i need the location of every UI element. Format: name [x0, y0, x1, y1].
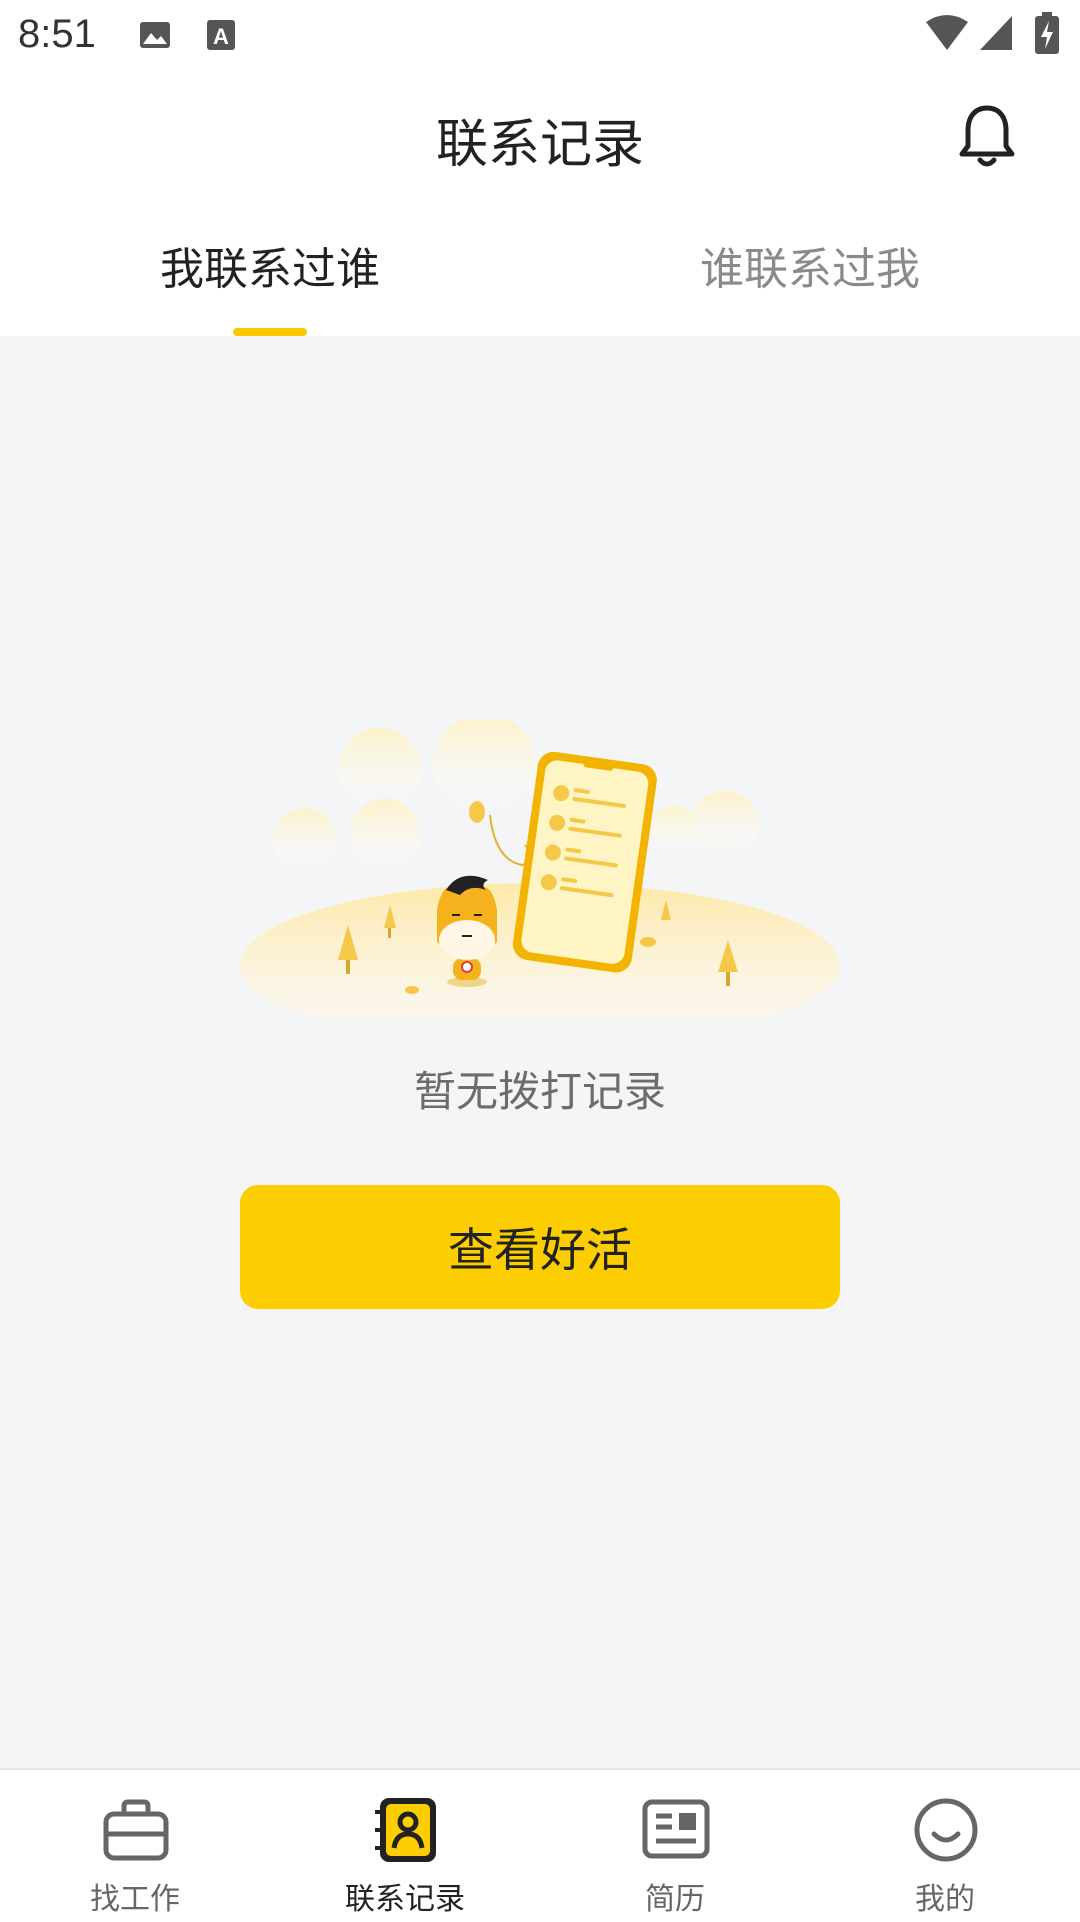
signal-icon — [980, 16, 1012, 50]
empty-state-illustration — [240, 720, 840, 1020]
status-bar: 8:51 A — [0, 0, 1080, 74]
page-title: 联系记录 — [435, 115, 644, 175]
wifi-icon — [926, 15, 968, 50]
view-jobs-button[interactable]: 查看好活 — [240, 1185, 840, 1309]
smile-face-icon — [914, 1798, 978, 1862]
text-a-icon: A — [207, 20, 235, 50]
empty-state-message: 暂无拨打记录 — [413, 1067, 666, 1116]
active-tab-indicator — [233, 328, 307, 336]
nav-label: 简历 — [645, 1882, 705, 1917]
svg-text:A: A — [213, 24, 229, 49]
image-icon — [140, 22, 170, 48]
nav-label: 我的 — [915, 1882, 975, 1917]
nav-item-contact-records[interactable]: 联系记录 — [270, 1770, 540, 1922]
contacts-book-icon — [375, 1798, 436, 1862]
nav-item-resume[interactable]: 简历 — [540, 1770, 810, 1922]
tab-i-contacted[interactable]: 我联系过谁 — [0, 194, 540, 336]
tab-bar: 我联系过谁 谁联系过我 — [0, 194, 1080, 336]
nav-label: 找工作 — [90, 1882, 180, 1917]
tab-contacted-me[interactable]: 谁联系过我 — [540, 194, 1080, 336]
battery-charging-icon — [1035, 12, 1059, 54]
app-header: 联系记录 — [0, 74, 1080, 194]
tab-label: 谁联系过我 — [700, 244, 920, 295]
briefcase-icon — [103, 1799, 169, 1861]
bell-icon[interactable] — [952, 100, 1022, 170]
nav-label: 联系记录 — [345, 1882, 465, 1917]
bottom-navigation: 找工作 联系记录 简历 我的 — [0, 1768, 1080, 1922]
status-time: 8:51 — [18, 12, 96, 56]
tab-label: 我联系过谁 — [160, 244, 380, 295]
nav-item-find-job[interactable]: 找工作 — [0, 1770, 270, 1922]
nav-item-mine[interactable]: 我的 — [810, 1770, 1080, 1922]
resume-icon — [642, 1799, 710, 1859]
